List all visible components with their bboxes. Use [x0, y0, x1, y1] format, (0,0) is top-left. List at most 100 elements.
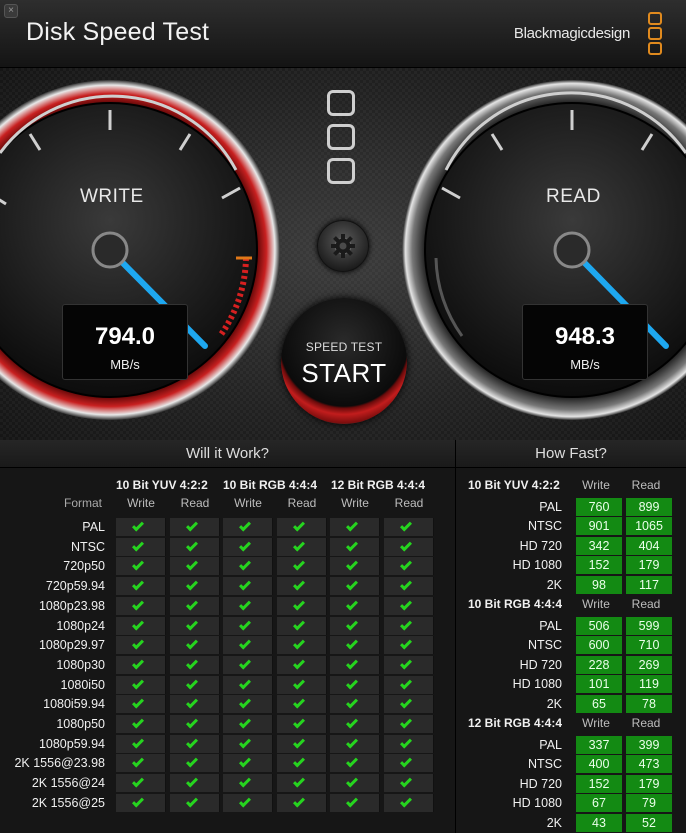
speed-write-header: Write — [582, 716, 610, 730]
checkmark-icon — [399, 637, 413, 650]
check-cell — [330, 557, 380, 576]
check-cell — [330, 616, 380, 635]
format-name: 2K 1556@25 — [31, 795, 105, 810]
check-cell — [330, 655, 380, 674]
checkmark-icon — [399, 755, 413, 768]
checkmark-icon — [185, 539, 199, 552]
checkmark-icon — [292, 578, 306, 591]
check-cell — [277, 715, 327, 733]
read-label: READ — [546, 186, 601, 207]
app-title: Disk Speed Test — [26, 18, 210, 46]
checkmark-icon — [238, 558, 252, 571]
speed-group-header: 10 Bit YUV 4:2:2 — [468, 478, 560, 492]
how-fast-title: How Fast? — [456, 440, 686, 468]
checkmark-icon — [345, 795, 359, 808]
write-readout: 794.0 MB/s — [62, 304, 188, 380]
speed-row: NTSC 400 473 — [470, 755, 674, 774]
check-cell — [384, 715, 434, 733]
format-name: 1080p50 — [56, 717, 105, 731]
checkmark-icon — [292, 598, 306, 611]
close-button[interactable]: × — [4, 4, 18, 18]
checkmark-icon — [292, 696, 306, 709]
speed-write-value: 600 — [576, 636, 622, 655]
format-name: 2K 1556@24 — [31, 776, 105, 791]
checkmark-icon — [185, 578, 199, 591]
table-row: 1080p50 — [8, 715, 435, 733]
will-sub-header: Write — [234, 496, 262, 510]
check-cell — [116, 537, 166, 556]
check-cell — [223, 636, 273, 655]
speed-write-header: Write — [582, 478, 610, 492]
checkmark-icon — [345, 617, 359, 631]
checkmark-icon — [185, 736, 199, 749]
will-sub-header: Write — [127, 496, 155, 510]
start-button[interactable]: SPEED TEST START — [281, 298, 407, 424]
write-speed-value: 794.0 — [94, 323, 156, 350]
checkmark-icon — [292, 617, 306, 631]
check-cell — [277, 557, 327, 576]
checkmark-icon — [238, 795, 252, 808]
format-name: 1080i50 — [60, 677, 106, 692]
check-cell — [330, 537, 380, 556]
check-cell — [277, 537, 327, 556]
checkmark-icon — [185, 657, 199, 670]
speed-row: PAL 337 399 — [470, 736, 674, 754]
speed-read-value: 79 — [626, 794, 672, 813]
speed-format-name: NTSC — [527, 757, 562, 772]
speed-write-header: Write — [582, 597, 610, 611]
checkmark-icon — [399, 775, 413, 788]
speed-read-value: 473 — [626, 755, 672, 774]
check-cell — [277, 754, 327, 773]
check-cell — [277, 793, 327, 812]
format-name: 1080p29.97 — [38, 638, 105, 653]
speed-format-name: 2K — [546, 696, 562, 711]
gauge-area: WRITE 794.0 MB/s READ 948.3 MB/s SPEED T… — [0, 68, 686, 440]
checkmark-icon — [345, 637, 359, 650]
speed-read-value: 117 — [626, 575, 672, 594]
will-group-header: 10 Bit YUV 4:2:2 — [116, 478, 208, 492]
check-cell — [223, 577, 273, 596]
checkmark-icon — [238, 716, 252, 729]
will-sub-header: Read — [394, 496, 424, 510]
check-cell — [170, 557, 220, 576]
format-name: 2K 1556@23.98 — [14, 756, 105, 771]
check-cell — [330, 715, 380, 733]
speed-format-name: PAL — [539, 619, 562, 633]
checkmark-icon — [238, 677, 252, 690]
check-cell — [170, 774, 220, 793]
table-row: 1080i59.94 — [8, 695, 435, 714]
speed-format-name: HD 720 — [519, 538, 562, 553]
read-speed-unit: MB/s — [570, 357, 600, 372]
speed-read-header: Read — [631, 716, 661, 730]
check-cell — [330, 734, 380, 753]
check-cell — [330, 636, 380, 655]
table-row: PAL — [8, 518, 435, 536]
check-cell — [384, 695, 434, 714]
checkmark-icon — [292, 558, 306, 571]
check-cell — [384, 518, 434, 536]
checkmark-icon — [185, 519, 199, 532]
checkmark-icon — [185, 677, 199, 690]
checkmark-icon — [292, 736, 306, 749]
checkmark-icon — [292, 657, 306, 670]
check-cell — [384, 675, 434, 694]
checkmark-icon — [345, 578, 359, 591]
check-cell — [330, 577, 380, 596]
check-cell — [223, 616, 273, 635]
check-cell — [170, 754, 220, 773]
settings-button[interactable] — [317, 220, 369, 272]
check-cell — [330, 518, 380, 536]
speed-read-value: 899 — [626, 498, 672, 516]
check-cell — [277, 577, 327, 596]
check-cell — [277, 636, 327, 655]
checkmark-icon — [292, 716, 306, 729]
format-name: 1080p23.98 — [38, 598, 105, 613]
speed-row: HD 720 152 179 — [470, 774, 674, 793]
checkmark-icon — [238, 755, 252, 768]
speed-read-header: Read — [631, 597, 661, 611]
check-cell — [330, 675, 380, 694]
check-cell — [116, 793, 166, 812]
check-cell — [170, 616, 220, 635]
checkmark-icon — [292, 755, 306, 768]
speed-row: HD 720 342 404 — [470, 536, 674, 555]
